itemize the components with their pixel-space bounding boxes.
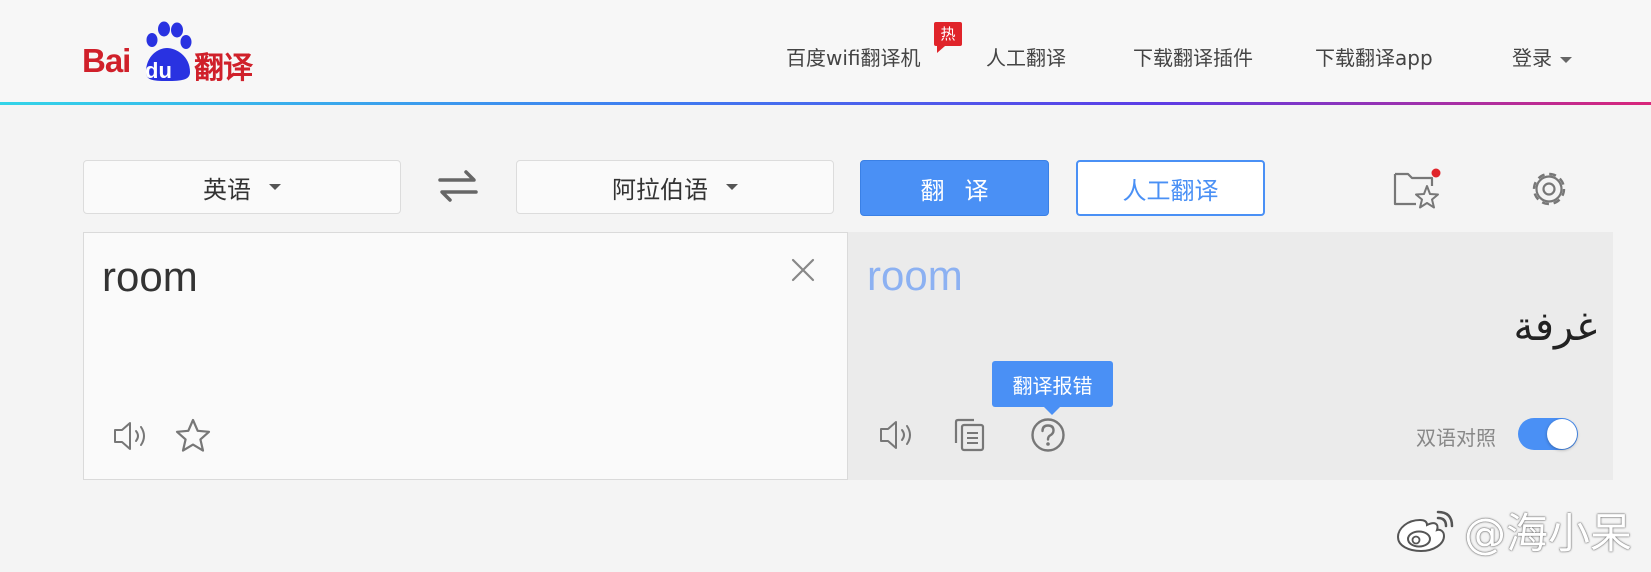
- human-translate-button[interactable]: 人工翻译: [1076, 160, 1265, 216]
- header: Bai du 翻译 百度wifi翻译机 热 人工翻译 下载翻译插件 下载翻译ap…: [0, 0, 1651, 103]
- header-gradient-divider: [0, 102, 1651, 105]
- translation-result: غرفة: [1513, 304, 1597, 350]
- logo-fanyi-text: 翻译: [194, 51, 253, 86]
- copy-icon[interactable]: [952, 417, 986, 453]
- speaker-icon[interactable]: [878, 418, 916, 452]
- bilingual-toggle[interactable]: [1518, 418, 1578, 450]
- chevron-down-icon: [726, 184, 738, 190]
- nav-download-app[interactable]: 下载翻译app: [1315, 42, 1433, 71]
- source-language-label: 英语: [203, 175, 251, 204]
- login-label: 登录: [1512, 46, 1552, 70]
- chevron-down-icon: [1560, 56, 1572, 63]
- star-icon[interactable]: [174, 417, 212, 455]
- watermark-text: @海小呆: [1464, 508, 1633, 558]
- speaker-icon[interactable]: [112, 419, 150, 453]
- login-menu[interactable]: 登录: [1512, 42, 1572, 71]
- logo-bai-text: Bai: [82, 42, 131, 79]
- toggle-knob: [1547, 419, 1577, 449]
- hot-badge: 热: [934, 22, 962, 53]
- output-source-echo: room: [867, 252, 963, 299]
- clear-icon[interactable]: [788, 255, 818, 285]
- source-language-select[interactable]: 英语: [83, 160, 401, 214]
- swap-icon[interactable]: [436, 166, 480, 206]
- help-icon[interactable]: [1030, 417, 1066, 453]
- target-language-label: 阿拉伯语: [612, 175, 708, 204]
- translate-button[interactable]: 翻译: [860, 160, 1049, 216]
- watermark: @海小呆: [1394, 500, 1632, 560]
- gear-icon[interactable]: [1528, 168, 1570, 210]
- nav-human-translation[interactable]: 人工翻译: [986, 42, 1066, 71]
- bilingual-toggle-label: 双语对照: [1416, 426, 1496, 450]
- source-text-input[interactable]: room: [102, 253, 198, 301]
- weibo-icon: [1396, 510, 1454, 553]
- nav-wifi-translator[interactable]: 百度wifi翻译机: [786, 42, 921, 71]
- logo-du-text: du: [145, 58, 172, 83]
- folder-star-icon[interactable]: [1392, 166, 1442, 210]
- nav-download-plugin[interactable]: 下载翻译插件: [1133, 42, 1253, 71]
- source-text-panel[interactable]: room: [83, 232, 848, 480]
- baidu-translate-logo[interactable]: Bai du 翻译: [82, 20, 262, 86]
- translation-output-panel: room غرفة 翻译报错 双语对照: [848, 232, 1613, 480]
- target-language-select[interactable]: 阿拉伯语: [516, 160, 834, 214]
- report-error-tooltip: 翻译报错: [992, 361, 1113, 415]
- chevron-down-icon: [269, 184, 281, 190]
